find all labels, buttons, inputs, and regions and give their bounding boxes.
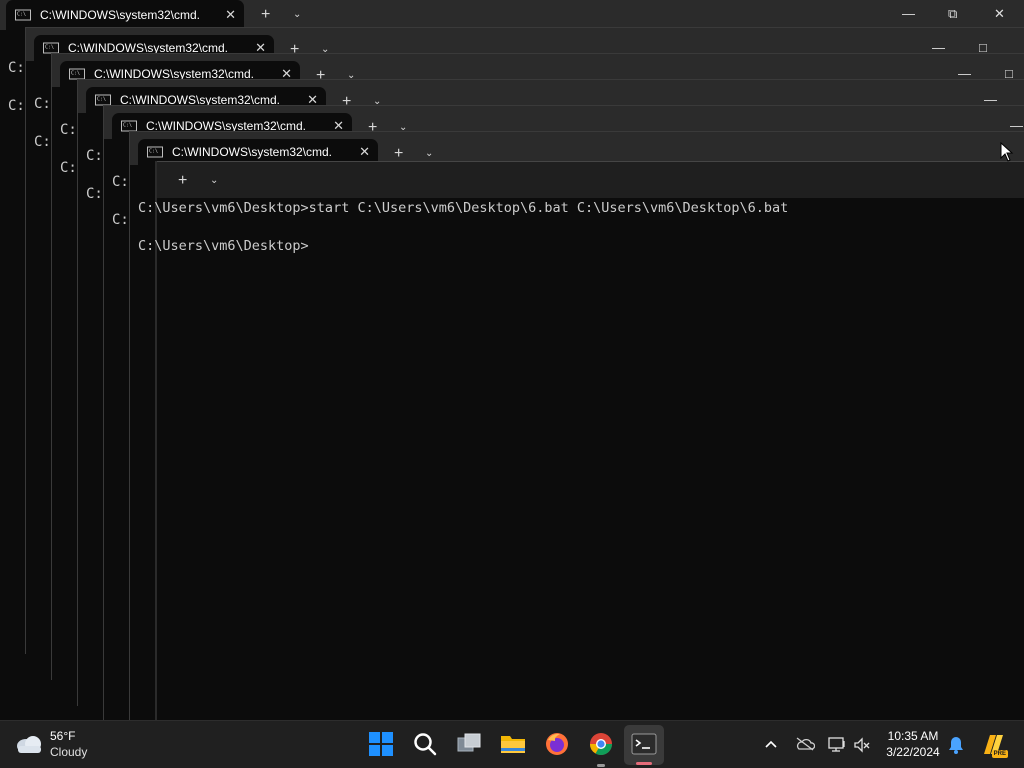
minimize-button[interactable]: — — [902, 6, 915, 21]
weather-widget[interactable]: 56°F Cloudy — [14, 729, 114, 761]
close-button[interactable]: ✕ — [994, 6, 1005, 22]
file-explorer-icon[interactable] — [500, 731, 526, 757]
clock-date: 3/22/2024 — [886, 745, 940, 759]
terminal-peek-line: C: — [34, 96, 51, 112]
clock[interactable]: 10:35 AM 3/22/2024 — [880, 728, 946, 762]
tab-title: C:\WINDOWS\system32\cmd. — [172, 145, 333, 159]
onedrive-icon[interactable] — [795, 737, 815, 751]
terminal-peek-line: C: — [8, 60, 25, 76]
tab-dropdown-button[interactable]: ⌄ — [210, 173, 218, 189]
cmd-icon — [95, 94, 111, 106]
weather-condition: Cloudy — [50, 745, 88, 759]
tab-close-icon[interactable]: ✕ — [359, 144, 370, 160]
tab-title: C:\WINDOWS\system32\cmd. — [40, 8, 201, 22]
firefox-icon[interactable] — [544, 731, 570, 757]
copilot-icon[interactable]: PRE — [980, 732, 1008, 758]
terminal-peek-line: C: — [86, 186, 103, 202]
cmd-icon — [69, 68, 85, 80]
cmd-icon — [147, 146, 163, 158]
terminal-peek-line: C: — [8, 98, 25, 114]
start-icon[interactable] — [368, 731, 394, 757]
new-tab-button[interactable]: + — [394, 146, 403, 162]
restore-button[interactable]: ⧉ — [948, 6, 957, 22]
terminal-taskbar-button[interactable] — [624, 725, 664, 765]
tab[interactable]: C:\WINDOWS\system32\cmd. ✕ — [6, 0, 244, 30]
terminal-prompt[interactable]: C:\Users\vm6\Desktop> — [138, 238, 309, 254]
tab-close-icon[interactable]: ✕ — [225, 7, 236, 23]
title-bar[interactable]: C:\WINDOWS\system32\cmd. ✕ + ⌄ — ⧉ ✕ — [0, 0, 1024, 30]
task-view-icon[interactable] — [456, 731, 482, 757]
taskbar: 56°F Cloudy 10:35 AM 3/22/2024 PRE — [0, 720, 1024, 768]
running-indicator — [597, 764, 605, 767]
copilot-badge: PRE — [991, 750, 1008, 758]
notification-bell-icon[interactable] — [948, 736, 964, 754]
cmd-window-active[interactable]: C:\WINDOWS\system32\cmd. ✕ + ⌄ + ⌄ C:\Us… — [129, 131, 1024, 720]
search-icon[interactable] — [412, 731, 438, 757]
tab-dropdown-button[interactable]: ⌄ — [425, 146, 433, 162]
terminal-icon — [631, 733, 657, 755]
terminal-peek-line: C: — [112, 174, 129, 190]
terminal-peek-line: C: — [34, 134, 51, 150]
terminal-peek-line: C: — [112, 212, 129, 228]
cloud-icon — [17, 736, 41, 753]
network-icon[interactable] — [828, 737, 846, 753]
chrome-icon[interactable] — [588, 731, 614, 757]
active-indicator — [636, 762, 652, 765]
tab-dropdown-button[interactable]: ⌄ — [293, 7, 301, 23]
clock-time: 10:35 AM — [887, 729, 939, 743]
terminal-line: C:\Users\vm6\Desktop>start C:\Users\vm6\… — [138, 200, 789, 216]
weather-temp: 56°F — [50, 729, 76, 743]
cmd-icon — [15, 9, 31, 21]
window-frame-overlay: + ⌄ — [156, 161, 1024, 198]
terminal-peek-line: C: — [60, 122, 77, 138]
new-tab-button[interactable]: + — [178, 173, 187, 189]
volume-muted-icon[interactable] — [853, 737, 871, 753]
cmd-icon — [121, 120, 137, 132]
mouse-cursor-icon — [1000, 142, 1014, 162]
cmd-icon — [43, 42, 59, 54]
chevron-up-icon[interactable] — [764, 738, 778, 750]
new-tab-button[interactable]: + — [261, 7, 270, 23]
terminal-peek-line: C: — [60, 160, 77, 176]
terminal-peek-line: C: — [86, 148, 103, 164]
